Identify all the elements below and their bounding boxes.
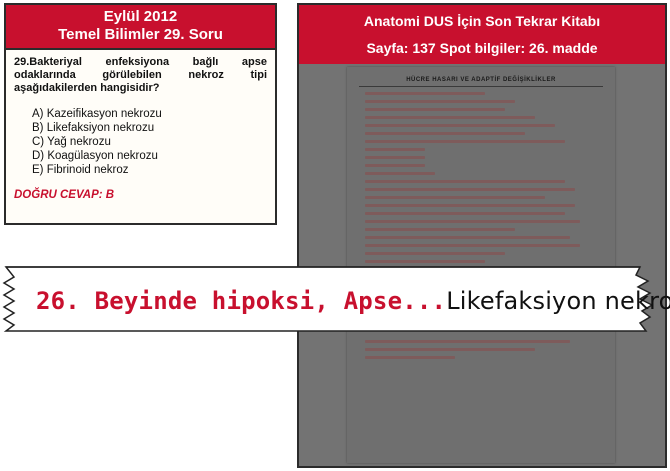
page-text-lines bbox=[365, 92, 615, 279]
option-list: A) Kazeifikasyon nekrozu B) Likefaksiyon… bbox=[14, 107, 267, 177]
book-card: Anatomi DUS İçin Son Tekrar Kitabı Sayfa… bbox=[297, 3, 667, 468]
page-line bbox=[365, 140, 565, 143]
page-line bbox=[365, 180, 565, 183]
question-header: Eylül 2012 Temel Bilimler 29. Soru bbox=[6, 5, 275, 50]
question-title: Temel Bilimler 29. Soru bbox=[58, 26, 223, 43]
option-d: D) Koagülasyon nekrozu bbox=[32, 150, 158, 162]
question-body: 29.Bakteriyal enfeksiyona bağlı apse oda… bbox=[6, 50, 275, 201]
page-line bbox=[365, 212, 565, 215]
option-c: C) Yağ nekrozu bbox=[32, 136, 111, 148]
book-title: Anatomi DUS İçin Son Tekrar Kitabı bbox=[363, 13, 601, 29]
page-line bbox=[365, 100, 515, 103]
question-date: Eylül 2012 bbox=[103, 8, 178, 25]
page-line bbox=[365, 124, 555, 127]
page-line bbox=[365, 220, 580, 223]
option-a: A) Kazeifikasyon nekrozu bbox=[32, 108, 162, 120]
page-line bbox=[365, 172, 435, 175]
page-line bbox=[365, 244, 580, 247]
book-reference: Sayfa: 137 Spot bilgiler: 26. madde bbox=[366, 40, 598, 56]
page-line bbox=[365, 92, 485, 95]
page-line bbox=[365, 236, 570, 239]
book-header: Anatomi DUS İçin Son Tekrar Kitabı Sayfa… bbox=[299, 5, 665, 64]
correct-answer: DOĞRU CEVAP: B bbox=[14, 189, 115, 201]
page-line bbox=[365, 164, 425, 167]
page-line bbox=[365, 156, 425, 159]
option-b: B) Likefaksiyon nekrozu bbox=[32, 122, 155, 134]
page-line bbox=[365, 196, 545, 199]
page-divider bbox=[359, 86, 603, 87]
highlight-ribbon: 26. Beyinde hipoksi, Apse...Likefaksiyon… bbox=[0, 255, 670, 345]
option-e: E) Fibrinoid nekroz bbox=[32, 164, 129, 176]
page-line bbox=[365, 116, 535, 119]
page-line bbox=[365, 228, 515, 231]
page-line bbox=[365, 356, 455, 359]
ribbon-answer: Likefaksiyon nekrozu bbox=[446, 287, 670, 315]
page-line bbox=[365, 348, 535, 351]
question-text: 29.Bakteriyal enfeksiyona bağlı apse oda… bbox=[14, 56, 267, 94]
question-card: Eylül 2012 Temel Bilimler 29. Soru 29.Ba… bbox=[4, 3, 277, 225]
page-line bbox=[365, 204, 575, 207]
page-line bbox=[365, 148, 425, 151]
page-line bbox=[365, 108, 505, 111]
page-line bbox=[365, 188, 575, 191]
ribbon-highlight: 26. Beyinde hipoksi, Apse... bbox=[36, 287, 447, 315]
ribbon-text: 26. Beyinde hipoksi, Apse...Likefaksiyon… bbox=[36, 287, 670, 316]
page-section-title: HÜCRE HASARI VE ADAPTİF DEĞİŞİKLİKLER bbox=[406, 77, 556, 83]
page-line bbox=[365, 132, 525, 135]
